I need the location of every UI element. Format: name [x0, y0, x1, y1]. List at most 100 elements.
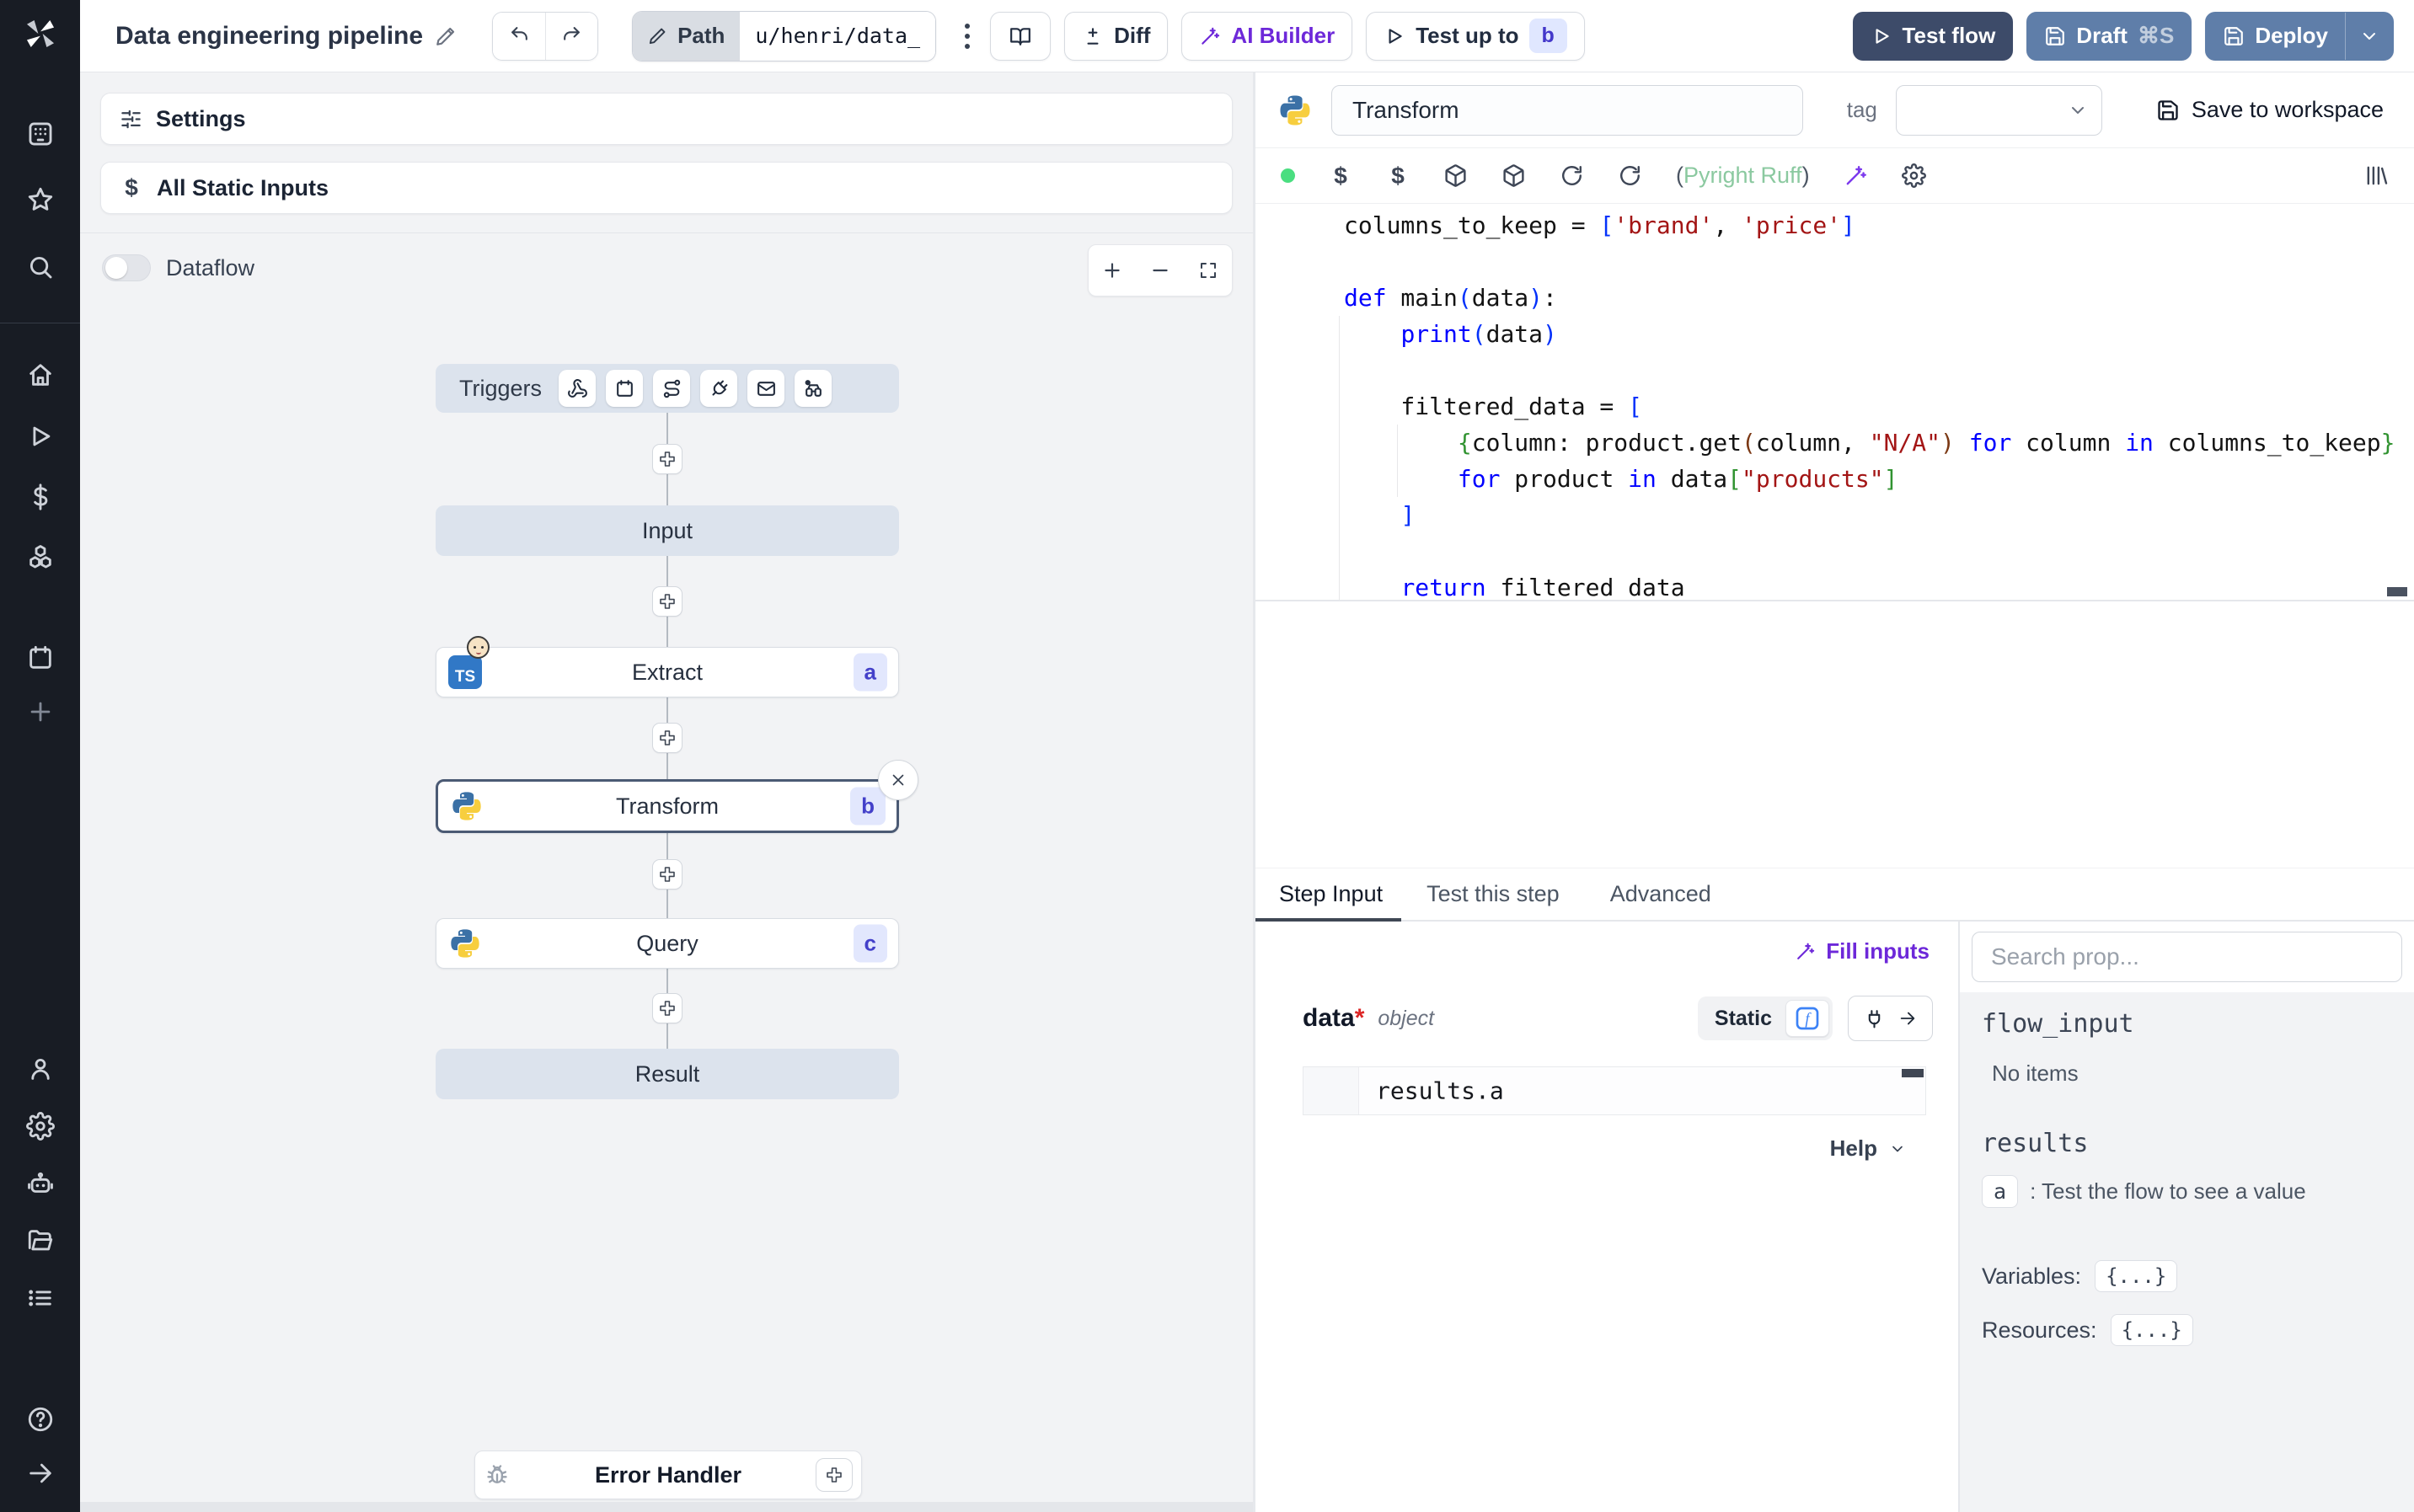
result-entry-row[interactable]: a : Test the flow to see a value [1982, 1175, 2397, 1208]
editor-settings-gear-icon[interactable] [1901, 163, 1926, 188]
expression-editor[interactable]: results.a [1303, 1066, 1926, 1115]
all-static-inputs-row[interactable]: $ All Static Inputs [100, 162, 1233, 214]
flow-settings-row[interactable]: Settings [100, 93, 1233, 145]
error-handler-node[interactable]: Error Handler [474, 1451, 862, 1499]
insert-variable-dollar-icon[interactable]: $ [1386, 163, 1410, 190]
workers-robot-icon[interactable] [0, 1170, 80, 1199]
arrow-right-icon [1900, 1012, 1915, 1025]
library-assets-icon[interactable] [2364, 163, 2389, 188]
input-mode-toggle: Static f [1697, 996, 1833, 1040]
result-key-badge[interactable]: a [1982, 1175, 2019, 1208]
fit-view-button[interactable] [1189, 247, 1228, 294]
extract-step-node[interactable]: TS Extract a [436, 636, 899, 697]
deploy-dropdown-chevron[interactable] [2345, 12, 2393, 60]
help-icon[interactable] [0, 1405, 80, 1434]
plug-icon [1868, 1009, 1881, 1028]
schedules-calendar-icon[interactable] [0, 644, 80, 672]
triggers-node[interactable]: Triggers [436, 364, 899, 413]
workspace-apps-icon[interactable] [0, 120, 80, 148]
fill-inputs-button[interactable]: Fill inputs [1795, 938, 1930, 964]
insert-step-button[interactable] [652, 444, 682, 474]
svg-text:f: f [1805, 1011, 1812, 1028]
webhook-trigger-icon[interactable] [559, 370, 596, 407]
tag-select[interactable] [1895, 84, 2102, 136]
runs-play-icon[interactable] [0, 422, 80, 451]
windmill-logo-icon[interactable] [0, 12, 80, 56]
package-icon[interactable] [1443, 163, 1468, 188]
settings-gear-icon[interactable] [0, 1112, 80, 1141]
remove-step-close-icon[interactable] [878, 760, 918, 800]
diff-button[interactable]: Diff [1064, 11, 1169, 61]
flow-input-section-label[interactable]: flow_input [1982, 1009, 2397, 1039]
results-section-label[interactable]: results [1982, 1129, 2397, 1158]
variables-dollar-icon[interactable] [0, 483, 80, 511]
folders-icon[interactable] [0, 1226, 80, 1255]
users-person-icon[interactable] [0, 1055, 80, 1083]
package-icon[interactable] [1501, 163, 1526, 188]
transform-step-node[interactable]: Transform b [436, 760, 918, 833]
resources-value-badge[interactable]: {...} [2110, 1314, 2193, 1346]
step-name-input[interactable] [1331, 84, 1803, 136]
test-flow-button[interactable]: Test flow [1852, 11, 2014, 61]
connect-result-button[interactable] [1848, 996, 1933, 1041]
route-trigger-icon[interactable] [653, 370, 690, 407]
zoom-out-button[interactable] [1141, 247, 1180, 294]
tab-step-input[interactable]: Step Input [1255, 868, 1402, 922]
query-step-node[interactable]: Query c [436, 918, 899, 969]
transform-node-label: Transform [615, 793, 719, 819]
logs-list-icon[interactable] [0, 1284, 80, 1312]
edit-title-pencil-icon[interactable] [435, 25, 457, 47]
ai-wand-icon[interactable] [1844, 163, 1868, 188]
reload-icon[interactable] [1618, 163, 1642, 188]
deploy-button[interactable]: Deploy [2205, 11, 2394, 61]
test-up-to-button[interactable]: Test up to b [1366, 11, 1585, 61]
result-node[interactable]: Result [436, 1049, 899, 1099]
insert-step-button[interactable] [652, 586, 682, 617]
resources-cubes-icon[interactable] [0, 543, 80, 572]
reload-icon[interactable] [1560, 163, 1584, 188]
search-icon[interactable] [0, 253, 80, 281]
websocket-plug-trigger-icon[interactable] [700, 370, 737, 407]
canvas-horizontal-scrollbar[interactable] [80, 1502, 1253, 1512]
input-node[interactable]: Input [436, 505, 899, 556]
path-control[interactable]: Path u/henri/data_ [632, 10, 937, 61]
schedule-trigger-icon[interactable] [606, 370, 643, 407]
editor-scrollbar-thumb[interactable] [2387, 587, 2407, 596]
expression-value[interactable]: results.a [1376, 1077, 1504, 1105]
workspace-variable-dollar-icon[interactable]: $ [1329, 163, 1352, 190]
variables-row[interactable]: Variables: {...} [1982, 1260, 2397, 1292]
home-icon[interactable] [0, 361, 80, 389]
dataflow-label: Dataflow [166, 255, 255, 280]
save-to-workspace-button[interactable]: Save to workspace [2156, 97, 2384, 123]
add-error-handler-button[interactable] [816, 1458, 853, 1492]
favorites-star-icon[interactable] [0, 185, 80, 214]
javascript-expression-mode-option[interactable]: f [1785, 1000, 1829, 1037]
insert-step-button[interactable] [652, 723, 682, 753]
insert-step-button[interactable] [652, 993, 682, 1023]
insert-step-button[interactable] [652, 859, 682, 890]
search-prop-input[interactable] [1972, 932, 2402, 982]
chevron-down-icon [1892, 1146, 1903, 1151]
path-value[interactable]: u/henri/data_ [740, 11, 936, 61]
help-dropdown[interactable]: Help [1830, 1135, 1906, 1162]
email-trigger-icon[interactable] [747, 370, 784, 407]
tab-advanced[interactable]: Advanced [1585, 868, 1737, 920]
draft-button[interactable]: Draft ⌘S [2026, 11, 2192, 61]
variables-value-badge[interactable]: {...} [2095, 1260, 2178, 1292]
ai-builder-button[interactable]: AI Builder [1181, 11, 1353, 61]
collapse-arrow-icon[interactable] [0, 1459, 80, 1488]
dataflow-toggle[interactable] [102, 254, 151, 281]
static-mode-option[interactable]: Static [1701, 1007, 1785, 1031]
draft-shortcut: ⌘S [2137, 23, 2175, 48]
bun-runtime-icon [467, 636, 490, 659]
redo-button[interactable] [545, 12, 598, 60]
undo-button[interactable] [493, 12, 546, 60]
code-editor[interactable]: columns_to_keep = ['brand', 'price'] def… [1255, 204, 2414, 601]
tab-test-this-step[interactable]: Test this step [1401, 868, 1585, 920]
add-plus-icon[interactable] [0, 697, 80, 726]
watch-changes-trigger-icon[interactable] [795, 370, 832, 407]
resources-row[interactable]: Resources: {...} [1982, 1314, 2397, 1346]
more-menu-kebab-icon[interactable] [958, 17, 977, 56]
docs-book-button[interactable] [990, 11, 1052, 61]
zoom-in-button[interactable] [1093, 247, 1132, 294]
